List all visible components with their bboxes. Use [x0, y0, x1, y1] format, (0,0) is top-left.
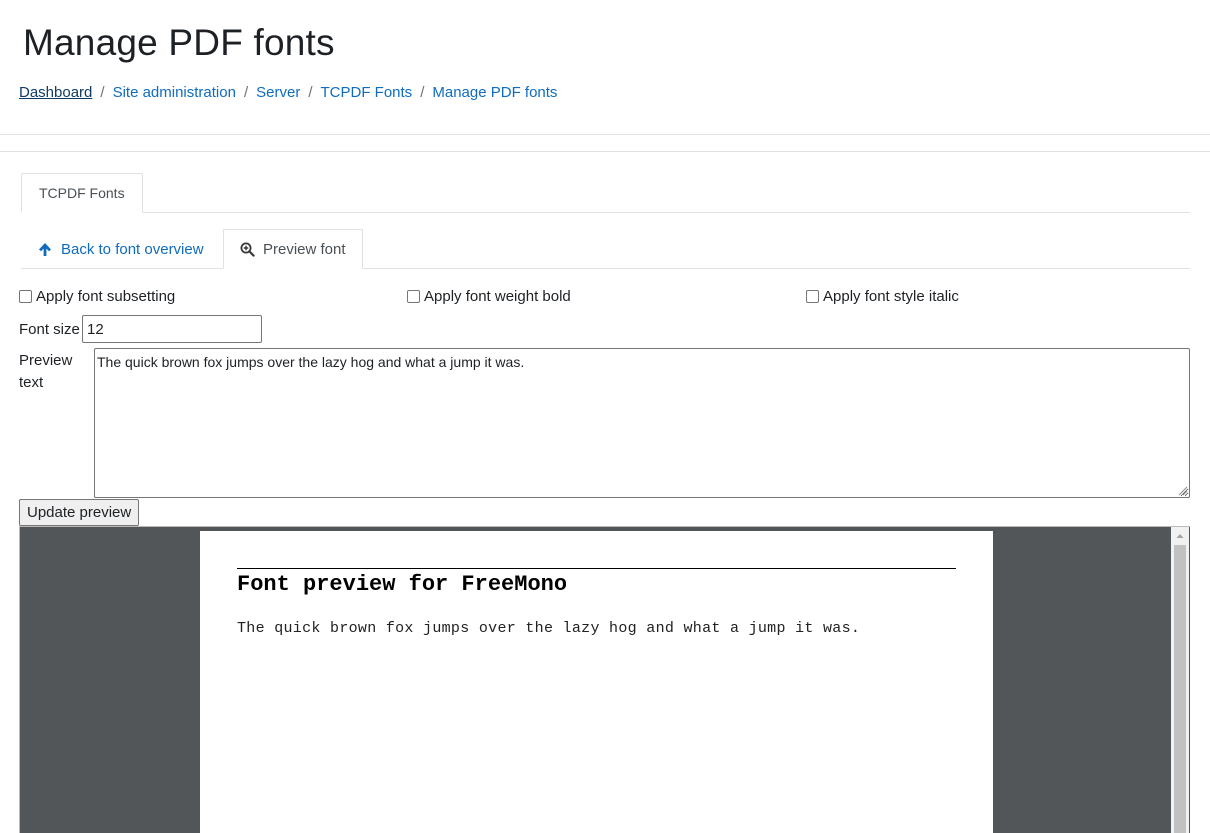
- breadcrumb-server[interactable]: Server: [256, 84, 300, 101]
- breadcrumb-site-administration[interactable]: Site administration: [113, 84, 236, 101]
- tab-preview-font[interactable]: Preview font: [223, 229, 363, 269]
- tab-tcpdf-fonts[interactable]: TCPDF Fonts: [21, 173, 143, 213]
- update-preview-button[interactable]: Update preview: [19, 499, 140, 526]
- secondary-tabs: Back to font overview Preview font: [21, 229, 1190, 269]
- bold-label: Apply font weight bold: [424, 288, 571, 305]
- pdf-page: Font preview for FreeMono The quick brow…: [200, 531, 993, 833]
- tab-back-label: Back to font overview: [61, 240, 204, 258]
- italic-label: Apply font style italic: [823, 288, 959, 305]
- pdf-header-rule: [237, 568, 956, 569]
- breadcrumb-separator: /: [420, 84, 425, 101]
- scroll-up-arrow-icon[interactable]: [1171, 527, 1189, 544]
- pdf-body-text: The quick brown fox jumps over the lazy …: [237, 620, 861, 637]
- scroll-thumb[interactable]: [1174, 545, 1186, 833]
- subsetting-option[interactable]: Apply font subsetting: [19, 288, 175, 305]
- preview-text-textarea[interactable]: The quick brown fox jumps over the lazy …: [94, 348, 1190, 498]
- tab-back-to-font-overview[interactable]: Back to font overview: [21, 229, 221, 269]
- pdf-heading: Font preview for FreeMono: [237, 572, 568, 597]
- pdf-scrollbar[interactable]: [1171, 527, 1189, 833]
- pdf-viewer[interactable]: Font preview for FreeMono The quick brow…: [19, 526, 1190, 833]
- italic-checkbox[interactable]: [806, 290, 819, 303]
- page-title: Manage PDF fonts: [23, 22, 335, 63]
- subsetting-checkbox[interactable]: [19, 290, 32, 303]
- font-size-label: Font size: [19, 321, 80, 338]
- tab-preview-label: Preview font: [263, 240, 346, 258]
- resize-grip-icon[interactable]: [1176, 484, 1188, 496]
- bold-option[interactable]: Apply font weight bold: [407, 288, 571, 305]
- preview-text-label: Preview text: [19, 352, 73, 391]
- subsetting-label: Apply font subsetting: [36, 288, 176, 305]
- breadcrumb-manage-pdf-fonts[interactable]: Manage PDF fonts: [432, 84, 557, 101]
- page-header: Manage PDF fonts Dashboard / Site admini…: [0, 0, 1210, 135]
- arrow-up-icon: [39, 242, 51, 256]
- breadcrumb-separator: /: [100, 84, 105, 101]
- italic-option[interactable]: Apply font style italic: [806, 288, 959, 305]
- bold-checkbox[interactable]: [407, 290, 420, 303]
- primary-tabs: TCPDF Fonts: [21, 173, 1190, 213]
- breadcrumb-separator: /: [308, 84, 313, 101]
- breadcrumb-separator: /: [243, 84, 249, 101]
- font-size-input[interactable]: [82, 315, 262, 343]
- breadcrumb: Dashboard / Site administration / Server…: [19, 84, 557, 101]
- zoom-in-icon: [240, 242, 255, 257]
- breadcrumb-dashboard[interactable]: Dashboard: [19, 84, 92, 101]
- breadcrumb-tcpdf-fonts[interactable]: TCPDF Fonts: [321, 84, 413, 101]
- divider: [0, 151, 1210, 152]
